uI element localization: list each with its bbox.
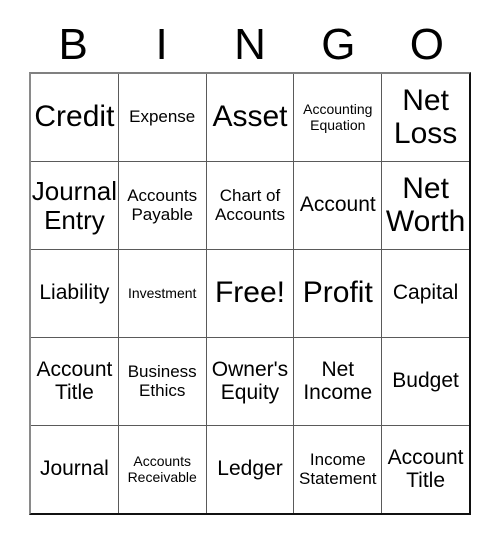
bingo-cell-g2[interactable]: Account (293, 162, 381, 249)
bingo-cell-b3[interactable]: Liability (31, 250, 118, 337)
header-letter-o: O (409, 20, 444, 69)
header-letter-g: G (321, 20, 356, 69)
bingo-cell-label: Accounts Payable (127, 186, 198, 224)
bingo-cell-i3[interactable]: Investment (117, 250, 206, 337)
bingo-cell-label: Journal (39, 457, 109, 481)
bingo-row: Account Title Business Ethics Owner's Eq… (31, 337, 469, 425)
bingo-cell-label: Asset (212, 100, 288, 134)
bingo-cell-o3[interactable]: Capital (381, 250, 469, 337)
bingo-cell-label: Liability (39, 281, 110, 305)
header-letter-n: N (234, 20, 266, 69)
bingo-cell-o5[interactable]: Account Title (381, 426, 469, 513)
bingo-cell-n5[interactable]: Ledger (205, 426, 294, 513)
bingo-cell-n4[interactable]: Owner's Equity (205, 338, 294, 425)
bingo-cell-label: Account Title (36, 357, 113, 404)
bingo-cell-g1[interactable]: Accounting Equation (293, 74, 381, 161)
bingo-cell-label: Investment (127, 284, 197, 301)
bingo-card: B I N G O Credit Expense Asset Accountin… (0, 0, 500, 544)
bingo-cell-i5[interactable]: Accounts Receivable (117, 426, 206, 513)
bingo-cell-label: Accounting Equation (303, 101, 373, 133)
bingo-header-row: B I N G O (29, 18, 471, 72)
bingo-row: Journal Entry Accounts Payable Chart of … (31, 161, 469, 249)
bingo-cell-label: Owner's Equity (211, 357, 289, 404)
bingo-cell-free-space[interactable]: Free! (205, 250, 294, 337)
bingo-cell-n2[interactable]: Chart of Accounts (205, 162, 294, 249)
bingo-cell-label: Capital (392, 281, 459, 305)
bingo-row: Credit Expense Asset Accounting Equation… (31, 74, 469, 161)
bingo-cell-label: Income Statement (299, 450, 377, 488)
bingo-cell-label: Budget (392, 369, 459, 393)
bingo-cell-i2[interactable]: Accounts Payable (117, 162, 206, 249)
bingo-cell-label: Business Ethics (127, 362, 197, 400)
bingo-free-space-label: Free! (214, 276, 285, 310)
bingo-cell-o2[interactable]: Net Worth (381, 162, 469, 249)
bingo-cell-o1[interactable]: Net Loss (381, 74, 469, 161)
bingo-cell-g5[interactable]: Income Statement (293, 426, 381, 513)
bingo-cell-label: Credit (34, 100, 115, 134)
bingo-cell-n1[interactable]: Asset (205, 74, 294, 161)
bingo-cell-b5[interactable]: Journal (31, 426, 118, 513)
bingo-cell-label: Expense (129, 107, 196, 127)
bingo-cell-label: Journal Entry (31, 176, 118, 235)
bingo-cell-g4[interactable]: Net Income (293, 338, 381, 425)
bingo-cell-label: Net Worth (385, 172, 466, 238)
bingo-row: Journal Accounts Receivable Ledger Incom… (31, 425, 469, 513)
bingo-cell-label: Account Title (387, 445, 464, 492)
bingo-cell-label: Account (299, 193, 376, 217)
bingo-grid: Credit Expense Asset Accounting Equation… (29, 72, 471, 515)
bingo-cell-label: Accounts Receivable (127, 453, 197, 485)
bingo-cell-i1[interactable]: Expense (117, 74, 206, 161)
header-letter-i: I (155, 20, 168, 69)
bingo-cell-label: Chart of Accounts (215, 186, 285, 224)
bingo-cell-i4[interactable]: Business Ethics (117, 338, 206, 425)
bingo-cell-b1[interactable]: Credit (31, 74, 118, 161)
bingo-cell-b4[interactable]: Account Title (31, 338, 118, 425)
bingo-cell-g3[interactable]: Profit (293, 250, 381, 337)
bingo-cell-label: Ledger (217, 457, 283, 481)
bingo-cell-label: Net Loss (393, 84, 458, 150)
bingo-cell-label: Profit (302, 276, 373, 310)
bingo-cell-b2[interactable]: Journal Entry (31, 162, 118, 249)
bingo-cell-o4[interactable]: Budget (381, 338, 469, 425)
header-letter-b: B (58, 20, 88, 69)
bingo-cell-label: Net Income (303, 357, 373, 404)
bingo-row: Liability Investment Free! Profit Capita… (31, 249, 469, 337)
